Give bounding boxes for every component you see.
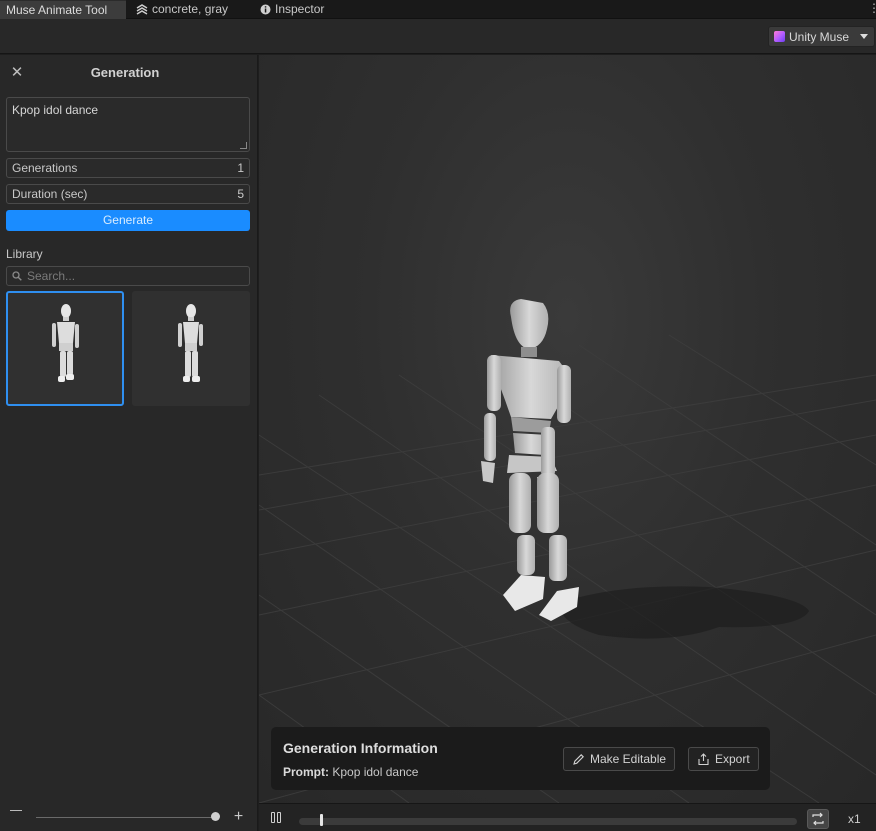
generation-information-card: Generation Information Prompt: Kpop idol… (271, 727, 770, 790)
duration-value: 5 (237, 187, 244, 201)
thumbnail-size-slider-handle[interactable] (211, 812, 220, 821)
zoom-out-icon[interactable] (10, 810, 22, 811)
export-label: Export (715, 752, 750, 766)
chevron-down-icon (860, 34, 868, 39)
more-options-icon[interactable]: ⋮ (868, 2, 876, 16)
character-thumbnail (178, 304, 203, 382)
prompt-value: Kpop idol dance (332, 765, 419, 779)
generation-prompt: Prompt: Kpop idol dance (283, 765, 418, 779)
tab-muse-animate-tool[interactable]: Muse Animate Tool (0, 0, 126, 19)
playhead[interactable] (320, 814, 324, 826)
duration-label: Duration (sec) (12, 187, 88, 201)
resize-grip-icon[interactable] (240, 142, 247, 149)
unity-muse-logo-icon (774, 31, 785, 42)
loop-toggle-button[interactable] (807, 809, 829, 829)
generation-panel: ✕ Generation Kpop idol dance Generations… (0, 55, 258, 831)
generations-field[interactable]: Generations 1 (6, 158, 250, 178)
material-icon (136, 3, 148, 15)
loop-icon (812, 812, 824, 826)
prompt-text: Kpop idol dance (12, 103, 99, 117)
library-heading: Library (6, 247, 43, 261)
info-icon (260, 4, 271, 15)
library-search-input[interactable]: Search... (6, 266, 250, 286)
playback-speed[interactable]: x1 (848, 812, 861, 826)
generate-button[interactable]: Generate (6, 210, 250, 231)
library-item-2[interactable] (132, 291, 250, 406)
pencil-icon (573, 753, 584, 765)
search-icon (12, 271, 22, 281)
panel-title: Generation (90, 65, 160, 80)
tab-label: Muse Animate Tool (6, 2, 108, 17)
toolbar: Unity Muse (0, 19, 876, 54)
library-item-1[interactable] (6, 291, 124, 406)
editor-tab-bar: Muse Animate Tool concrete, gray Inspect… (0, 0, 876, 19)
tab-label: concrete, gray (152, 2, 229, 16)
tab-label: Inspector (275, 2, 325, 16)
export-button[interactable]: Export (688, 747, 759, 771)
timeline-bar: x1 (259, 803, 876, 831)
unity-muse-dropdown-label: Unity Muse (789, 29, 850, 44)
tab-inspector[interactable]: Inspector (254, 0, 330, 19)
scene-viewport[interactable] (259, 55, 876, 803)
prompt-label: Prompt: (283, 765, 329, 779)
make-editable-label: Make Editable (590, 752, 667, 766)
character-thumbnail (52, 304, 79, 382)
pause-icon[interactable] (271, 812, 283, 824)
character-model (481, 299, 579, 621)
unity-muse-dropdown[interactable]: Unity Muse (768, 26, 875, 47)
generations-value: 1 (237, 161, 244, 175)
tab-concrete-gray[interactable]: concrete, gray (130, 0, 234, 19)
generations-label: Generations (12, 161, 78, 175)
duration-field[interactable]: Duration (sec) 5 (6, 184, 250, 204)
timeline-track[interactable] (299, 818, 797, 825)
thumbnail-size-slider[interactable] (36, 817, 216, 818)
make-editable-button[interactable]: Make Editable (563, 747, 676, 771)
export-icon (698, 752, 709, 765)
zoom-in-icon[interactable]: + (232, 809, 245, 825)
search-placeholder: Search... (27, 269, 76, 283)
generation-information-title: Generation Information (283, 740, 438, 756)
prompt-textarea[interactable]: Kpop idol dance (6, 97, 250, 152)
